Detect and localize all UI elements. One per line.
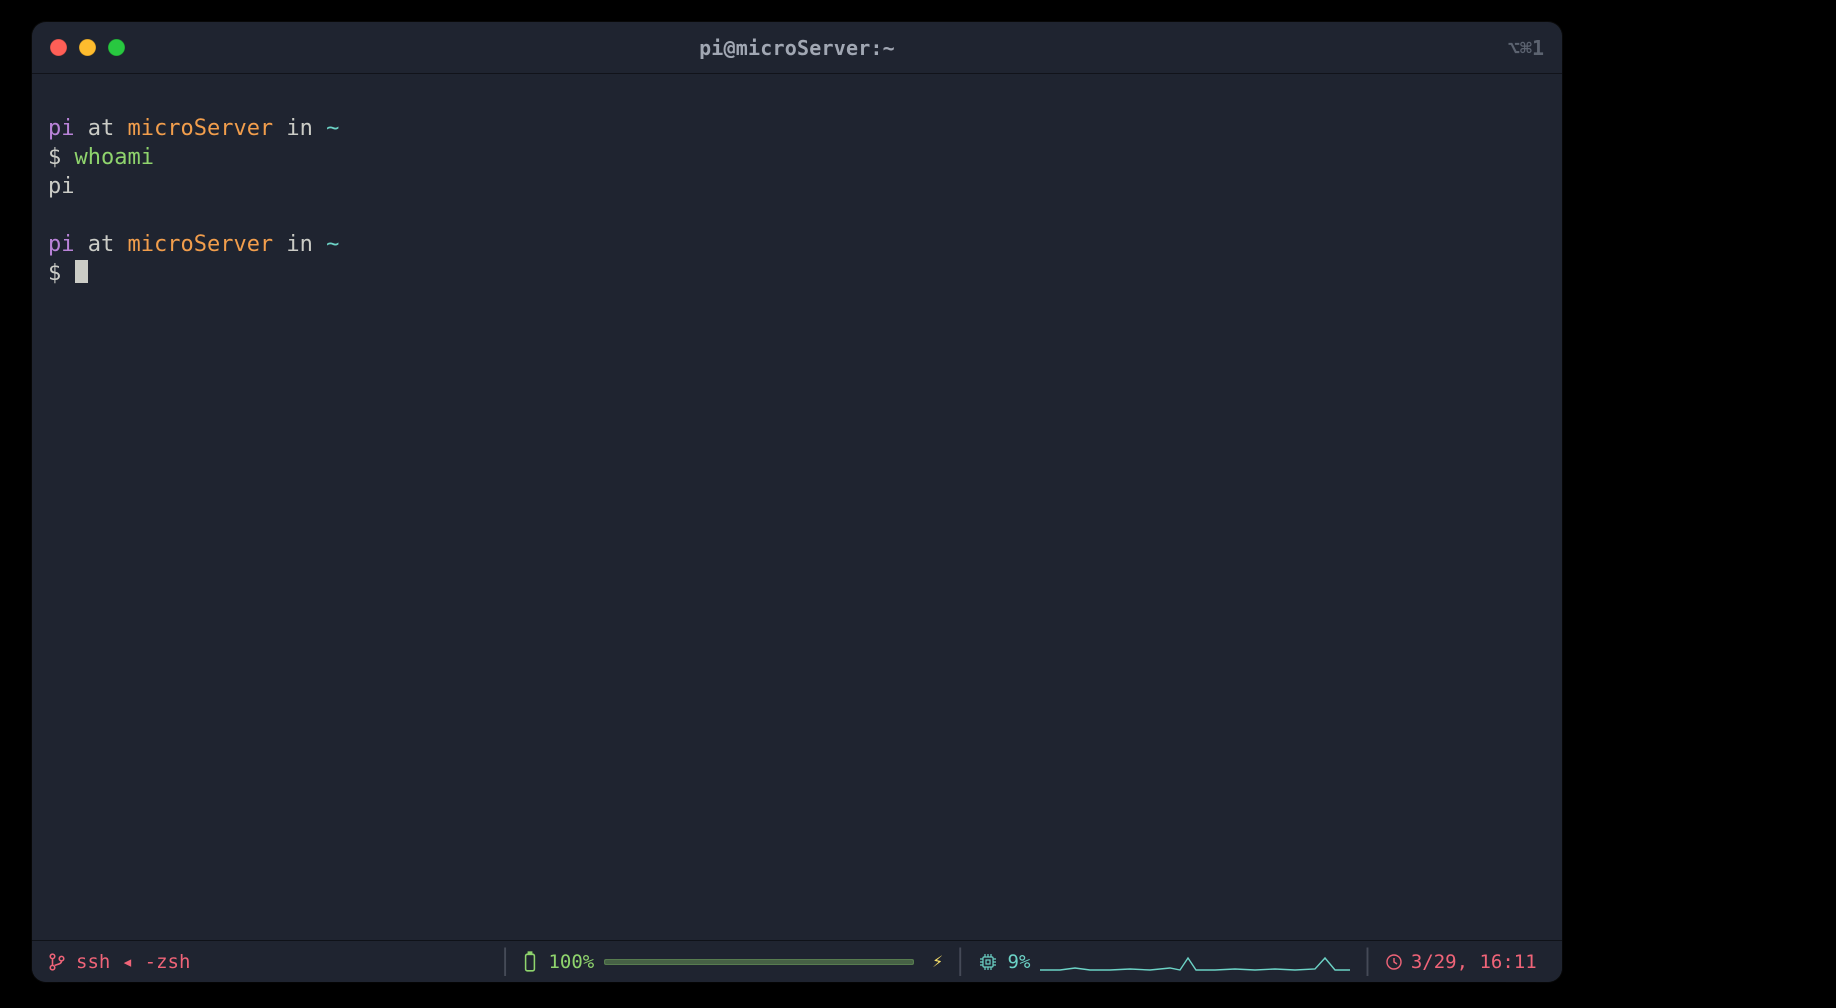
status-bar: ssh ◂ -zsh │ 100% ⚡︎ │ 9% (32, 940, 1562, 982)
close-window-button[interactable] (50, 39, 67, 56)
prompt-dir: ~ (326, 116, 339, 141)
status-process-text: ssh ◂ -zsh (76, 951, 190, 973)
status-battery: 100% ⚡︎ (522, 951, 943, 973)
prompt-symbol: $ (48, 261, 75, 286)
status-clock: 3/29, 16:11 (1385, 951, 1537, 973)
battery-percent: 100% (548, 951, 594, 973)
prompt-host: microServer (127, 116, 273, 141)
cpu-percent: 9% (1008, 951, 1031, 973)
prompt-host: microServer (127, 232, 273, 257)
status-separator: │ (943, 950, 977, 974)
zoom-window-button[interactable] (108, 39, 125, 56)
window-title: pi@microServer:~ (32, 36, 1562, 60)
prompt-in: in (273, 232, 326, 257)
status-separator: │ (1350, 950, 1384, 974)
terminal-window: pi@microServer:~ ⌥⌘1 pi at microServer i… (32, 22, 1562, 982)
status-cpu: 9% (978, 950, 1351, 974)
prompt-symbol: $ (48, 145, 75, 170)
clock-text: 3/29, 16:11 (1411, 951, 1537, 973)
window-shortcut-indicator: ⌥⌘1 (1508, 36, 1544, 60)
minimize-window-button[interactable] (79, 39, 96, 56)
battery-bar (604, 959, 914, 965)
prompt-dir: ~ (326, 232, 339, 257)
clock-icon (1385, 953, 1403, 971)
command-text: whoami (75, 145, 154, 170)
prompt-user: pi (48, 232, 75, 257)
titlebar: pi@microServer:~ ⌥⌘1 (32, 22, 1562, 74)
charging-bolt-icon: ⚡︎ (924, 951, 943, 972)
status-separator: │ (488, 950, 522, 974)
battery-icon (522, 951, 538, 973)
git-branch-icon (48, 952, 66, 972)
command-output: pi (48, 174, 75, 199)
cursor (75, 260, 89, 283)
prompt-in: in (273, 116, 326, 141)
terminal-output[interactable]: pi at microServer in ~ $ whoami pi pi at… (32, 74, 1562, 940)
traffic-lights (50, 39, 125, 56)
prompt-at: at (75, 116, 128, 141)
prompt-user: pi (48, 116, 75, 141)
prompt-at: at (75, 232, 128, 257)
cpu-sparkline (1040, 950, 1350, 974)
cpu-chip-icon (978, 952, 998, 972)
status-process: ssh ◂ -zsh (48, 951, 488, 973)
